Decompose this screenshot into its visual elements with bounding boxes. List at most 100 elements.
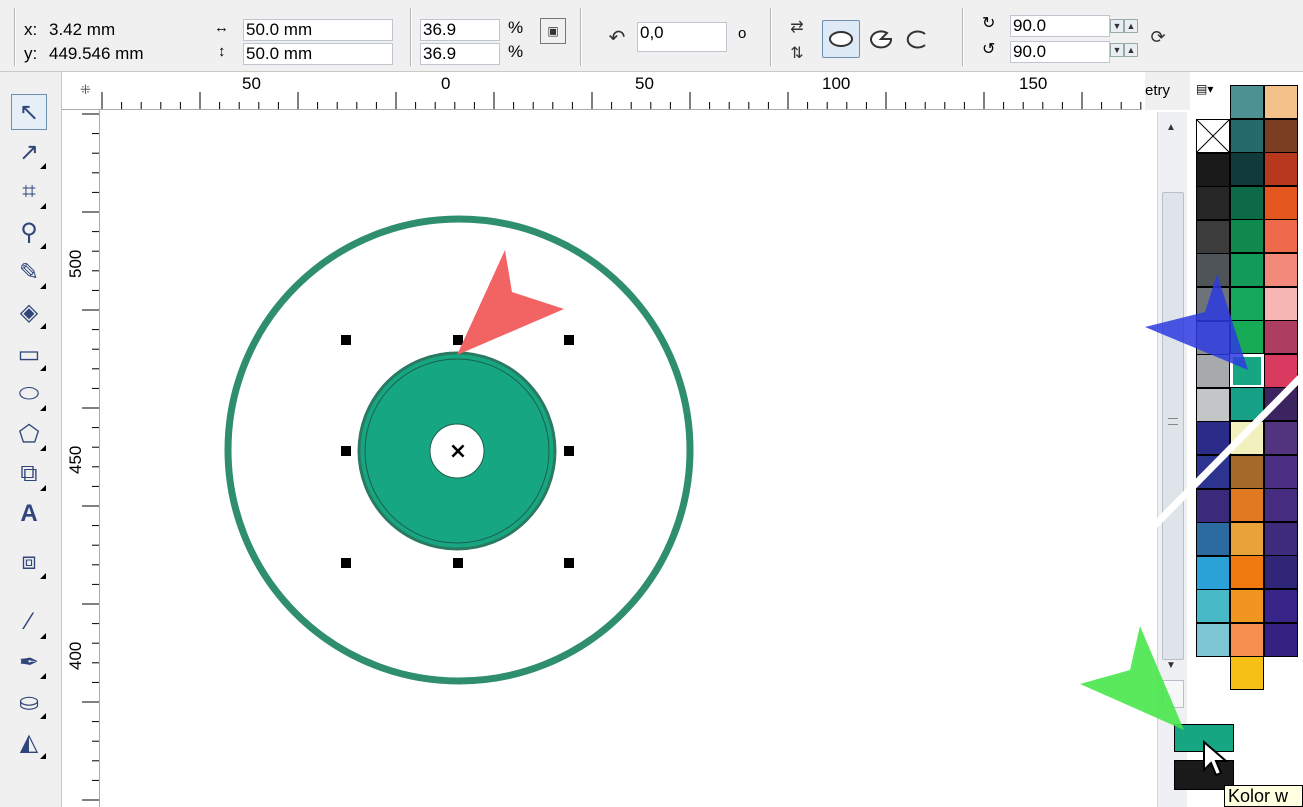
end-angle-up-arrow[interactable]: ▲ <box>1124 43 1138 57</box>
toolbox: ↖ ↗ ⌗ ⚲ ✎ ◈ ▭ ⬭ ⬠ ⧉ A ⧈ ⁄ ✒ ⛀ ◭ <box>0 72 62 807</box>
ellipse-icon: ⬭ <box>18 380 40 407</box>
palette-swatch[interactable] <box>1230 219 1264 254</box>
tooltip: Kolor w <box>1224 785 1303 807</box>
eyedropper-tool-button[interactable]: ⁄ <box>11 604 47 640</box>
interactive-fill-icon: ◭ <box>19 728 39 756</box>
palette-swatch[interactable] <box>1196 186 1230 221</box>
shape-tool-button[interactable]: ↗ <box>11 134 47 170</box>
pie-icon <box>870 30 893 49</box>
height-field[interactable]: 50.0 mm <box>243 43 393 65</box>
direction-icon[interactable]: ⟳ <box>1143 22 1173 52</box>
y-position-field[interactable]: 449.546 mm <box>46 43 196 65</box>
palette-swatch[interactable] <box>1230 85 1264 119</box>
palette-swatch[interactable] <box>1230 656 1264 691</box>
start-angle-up-arrow[interactable]: ▲ <box>1124 19 1138 33</box>
separator <box>962 8 964 66</box>
palette-menu-icon[interactable]: ▤▾ <box>1196 83 1230 118</box>
ruler-ticks <box>82 113 99 801</box>
palette-swatch[interactable] <box>1230 152 1264 187</box>
height-icon: ↕ <box>218 43 226 60</box>
eyedropper-icon: ⁄ <box>26 608 31 635</box>
palette-swatch[interactable] <box>1264 555 1298 590</box>
crop-tool-button[interactable]: ⌗ <box>11 174 47 210</box>
text-tool-button[interactable]: A <box>11 496 47 532</box>
palette-swatch[interactable] <box>1264 589 1298 623</box>
start-angle-down-arrow[interactable]: ▼ <box>1110 19 1124 33</box>
ellipse-tool-button[interactable]: ⬭ <box>11 376 47 412</box>
scale-y-field[interactable]: 36.9 <box>420 43 500 65</box>
crop-icon: ⌗ <box>22 178 36 205</box>
smart-fill-icon: ◈ <box>19 298 39 326</box>
basic-shapes-icon: ⧉ <box>20 460 38 487</box>
width-field[interactable]: 50.0 mm <box>243 19 393 41</box>
width-icon: ↔ <box>214 19 229 36</box>
center-marker: × <box>449 439 467 464</box>
drawing-canvas[interactable]: × <box>100 110 1145 807</box>
rectangle-icon: ▭ <box>17 340 41 368</box>
palette-swatch[interactable] <box>1264 219 1298 254</box>
palette-swatch[interactable] <box>1230 118 1264 153</box>
freehand-tool-button[interactable]: ✎ <box>11 254 47 290</box>
green-pointer-arrow <box>1080 626 1184 730</box>
separator <box>410 8 412 66</box>
palette-swatch[interactable] <box>1264 185 1298 220</box>
ruler-ticks <box>101 92 1142 109</box>
rectangle-tool-button[interactable]: ▭ <box>11 336 47 372</box>
palette-swatch[interactable] <box>1264 85 1298 119</box>
fill-tool-button[interactable]: ⛀ <box>11 684 47 720</box>
palette-swatch[interactable] <box>1230 589 1264 623</box>
palette-swatch[interactable] <box>1196 219 1230 254</box>
x-position-field[interactable]: 3.42 mm <box>46 19 196 41</box>
percent-label-x: % <box>508 18 524 37</box>
interactive-fill-tool-button[interactable]: ◭ <box>11 724 47 760</box>
mouse-cursor-icon <box>1203 740 1229 777</box>
palette-swatch[interactable] <box>1264 622 1298 657</box>
mirror-vertical-icon[interactable]: ⇅ <box>782 38 812 68</box>
palette-swatch[interactable] <box>1230 622 1264 657</box>
separator <box>580 8 582 66</box>
magnifier-icon: ⚲ <box>20 218 38 246</box>
no-color-swatch[interactable] <box>1196 119 1230 153</box>
rotation-field[interactable]: 0,0 <box>637 22 727 52</box>
pen-icon: ✎ <box>18 258 40 286</box>
ellipse-icon <box>829 31 853 47</box>
property-bar: x: 3.42 mm y: 449.546 mm ↔ 50.0 mm ↕ 50.… <box>0 0 1303 72</box>
x-label: x: <box>24 20 38 39</box>
end-angle-field[interactable]: 90.0 <box>1010 41 1110 63</box>
shape-icon: ↗ <box>18 138 40 166</box>
palette-swatch[interactable] <box>1196 152 1230 187</box>
palette-swatch[interactable] <box>1230 185 1264 220</box>
separator <box>770 8 772 66</box>
palette-swatch[interactable] <box>1230 555 1264 590</box>
toolbar-grip[interactable] <box>14 8 16 66</box>
outline-tool-button[interactable]: ✒ <box>11 644 47 680</box>
smart-fill-tool-button[interactable]: ◈ <box>11 294 47 330</box>
bucket-icon: ⛀ <box>18 688 40 716</box>
pie-mode-button[interactable] <box>866 24 896 54</box>
arc-mode-button[interactable] <box>902 24 932 54</box>
end-angle-down-arrow[interactable]: ▼ <box>1110 43 1124 57</box>
palette-swatch[interactable] <box>1196 555 1230 590</box>
degree-label: o <box>738 25 747 42</box>
scale-x-field[interactable]: 36.9 <box>420 19 500 41</box>
palette-swatch[interactable] <box>1264 118 1298 153</box>
start-angle-field[interactable]: 90.0 <box>1010 15 1110 37</box>
drawing-svg: × <box>224 215 694 685</box>
rotate-icon: ↶ <box>608 26 626 49</box>
y-label: y: <box>24 44 38 63</box>
ellipse-mode-button[interactable] <box>822 20 860 58</box>
pick-tool-button[interactable]: ↖ <box>11 94 47 130</box>
vertical-ruler[interactable]: 500 450 400 <box>62 110 100 807</box>
interactive-blend-tool-button[interactable]: ⧈ <box>11 544 47 580</box>
end-angle-icon: ↺ <box>982 41 996 58</box>
scroll-up-arrow[interactable]: ▲ <box>1166 122 1176 133</box>
docker-tab[interactable]: etry <box>1145 72 1190 110</box>
blend-icon: ⧈ <box>21 548 37 575</box>
polygon-tool-button[interactable]: ⬠ <box>11 416 47 452</box>
horizontal-ruler[interactable]: ⁜ 50 0 50 100 150 <box>62 72 1142 110</box>
palette-swatch[interactable] <box>1196 589 1230 624</box>
palette-swatch[interactable] <box>1264 152 1298 187</box>
basic-shapes-tool-button[interactable]: ⧉ <box>11 456 47 492</box>
lock-ratio-icon[interactable]: ▣ <box>540 18 566 44</box>
zoom-tool-button[interactable]: ⚲ <box>11 214 47 250</box>
